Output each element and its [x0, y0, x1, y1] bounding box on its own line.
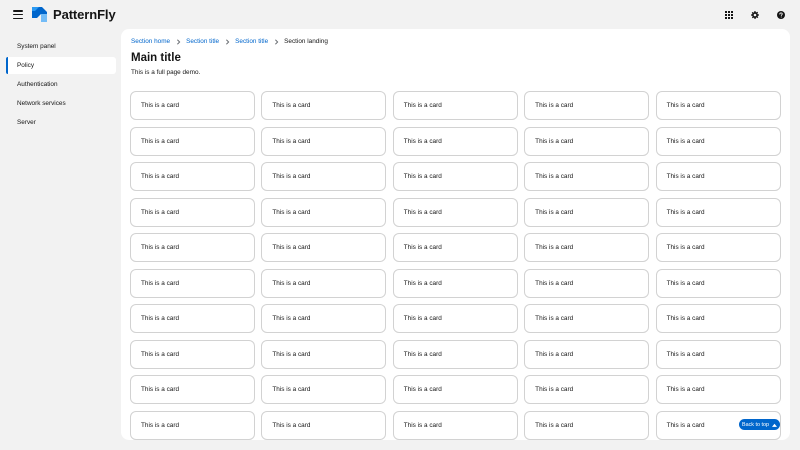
card[interactable]: This is a card	[261, 197, 387, 227]
card[interactable]: This is a card	[655, 268, 781, 298]
card[interactable]: This is a card	[392, 197, 518, 227]
help-button[interactable]	[774, 8, 788, 22]
card[interactable]: This is a card	[130, 162, 255, 191]
card[interactable]: This is a card	[261, 304, 387, 333]
card[interactable]: This is a card	[261, 162, 387, 191]
brand-name: PatternFly	[53, 6, 116, 22]
card[interactable]: This is a card	[392, 162, 518, 191]
sidebar-item-authentication[interactable]: Authentication	[6, 76, 116, 93]
card[interactable]: This is a card	[130, 91, 255, 120]
app-launcher-button[interactable]	[722, 8, 736, 22]
chevron-right-icon	[219, 38, 235, 45]
card[interactable]: This is a card	[655, 162, 781, 191]
card[interactable]: This is a card	[655, 126, 781, 156]
card[interactable]: This is a card	[130, 126, 255, 156]
back-to-top-label: Back to top	[742, 421, 769, 428]
card[interactable]: This is a card	[655, 91, 781, 120]
page-description: This is a full page demo.	[131, 69, 201, 76]
card[interactable]: This is a card	[130, 268, 255, 298]
card[interactable]: This is a card	[655, 233, 781, 262]
card[interactable]: This is a card	[261, 410, 387, 440]
settings-button[interactable]	[748, 8, 762, 22]
card[interactable]: This is a card	[392, 233, 518, 262]
chevron-right-icon	[268, 38, 284, 45]
sidebar-item-server[interactable]: Server	[6, 114, 116, 131]
card[interactable]: This is a card	[524, 91, 650, 120]
breadcrumb-link[interactable]: Section title	[235, 38, 268, 45]
card[interactable]: This is a card	[392, 375, 518, 404]
card[interactable]: This is a card	[392, 126, 518, 156]
card[interactable]: This is a card	[655, 197, 781, 227]
sidebar-nav: System panel Policy Authentication Netwo…	[0, 29, 121, 450]
card[interactable]: This is a card	[524, 162, 650, 191]
gear-icon	[751, 11, 759, 19]
main-content: Section home Section title Section title…	[121, 29, 790, 440]
card[interactable]: This is a card	[655, 339, 781, 369]
card[interactable]: This is a card	[130, 197, 255, 227]
arrow-up-icon	[771, 423, 777, 427]
card[interactable]: This is a card	[261, 339, 387, 369]
card[interactable]: This is a card	[261, 375, 387, 404]
card[interactable]: This is a card	[261, 126, 387, 156]
card[interactable]: This is a card	[392, 91, 518, 120]
card[interactable]: This is a card	[524, 233, 650, 262]
card[interactable]: This is a card	[392, 339, 518, 369]
card[interactable]: This is a card	[130, 375, 255, 404]
card[interactable]: This is a card	[524, 304, 650, 333]
card[interactable]: This is a card	[524, 375, 650, 404]
hamburger-menu-icon[interactable]	[12, 9, 24, 20]
brand-logo[interactable]: PatternFly	[31, 5, 116, 23]
card[interactable]: This is a card	[130, 339, 255, 369]
breadcrumb-link[interactable]: Section home	[131, 38, 170, 45]
card[interactable]: This is a card	[524, 126, 650, 156]
card[interactable]: This is a card	[524, 410, 650, 440]
card[interactable]: This is a card	[392, 268, 518, 298]
masthead: PatternFly	[0, 0, 800, 29]
patternfly-logo-icon	[32, 6, 47, 22]
card[interactable]: This is a card	[130, 233, 255, 262]
card[interactable]: This is a card	[130, 410, 255, 440]
masthead-toolbar	[722, 8, 788, 22]
page-title: Main title	[131, 52, 181, 64]
card[interactable]: This is a card	[130, 304, 255, 333]
card[interactable]: This is a card	[261, 268, 387, 298]
card[interactable]: This is a card	[392, 410, 518, 440]
help-icon	[777, 11, 785, 19]
breadcrumb: Section home Section title Section title…	[131, 37, 328, 46]
breadcrumb-link[interactable]: Section title	[186, 38, 219, 45]
chevron-right-icon	[170, 38, 186, 45]
card-gallery: This is a card This is a card This is a ca…	[130, 91, 781, 440]
sidebar-item-system-panel[interactable]: System panel	[6, 38, 116, 55]
sidebar-item-policy[interactable]: Policy	[6, 57, 116, 74]
breadcrumb-current: Section landing	[284, 38, 328, 45]
sidebar-item-network-services[interactable]: Network services	[6, 95, 116, 112]
card[interactable]: This is a card	[392, 304, 518, 333]
card[interactable]: This is a card	[524, 339, 650, 369]
back-to-top-button[interactable]: Back to top	[739, 419, 780, 430]
card[interactable]: This is a card	[524, 197, 650, 227]
card[interactable]: This is a card	[261, 91, 387, 120]
card[interactable]: This is a card	[655, 304, 781, 333]
card[interactable]: This is a card	[655, 375, 781, 404]
card[interactable]: This is a card	[261, 233, 387, 262]
grid-icon	[725, 11, 733, 19]
card[interactable]: This is a card	[524, 268, 650, 298]
